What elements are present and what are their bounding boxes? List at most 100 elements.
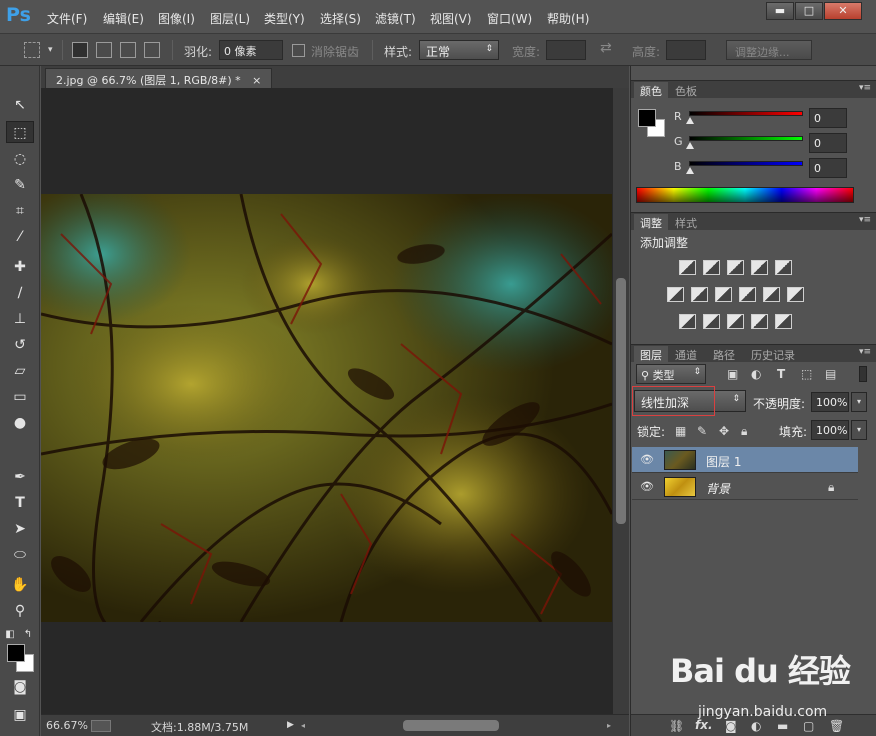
filter-smart-object-icon[interactable]: ▤ bbox=[825, 367, 836, 381]
tab-styles[interactable]: 样式 bbox=[669, 214, 703, 231]
posterize-icon[interactable] bbox=[703, 314, 720, 329]
menu-image[interactable]: 图像(I) bbox=[158, 10, 195, 27]
tab-color[interactable]: 颜色 bbox=[634, 82, 668, 99]
minimize-button[interactable]: ▬ bbox=[766, 2, 794, 20]
tab-adjustments[interactable]: 调整 bbox=[634, 214, 668, 231]
green-slider[interactable] bbox=[689, 136, 803, 141]
opacity-dropdown-icon[interactable]: ▾ bbox=[851, 392, 867, 412]
filter-type-icon[interactable]: T bbox=[777, 367, 785, 381]
invert-icon[interactable] bbox=[679, 314, 696, 329]
color-spectrum-bar[interactable] bbox=[636, 187, 854, 203]
filter-shape-icon[interactable]: ⬚ bbox=[801, 367, 812, 381]
filter-pixel-icon[interactable]: ▣ bbox=[727, 367, 738, 381]
vertical-scrollbar[interactable] bbox=[613, 88, 629, 714]
lock-all-icon[interactable]: 🔒︎ bbox=[741, 424, 747, 439]
document-tab[interactable]: 2.jpg @ 66.7% (图层 1, RGB/8#) * × bbox=[45, 68, 273, 88]
scroll-left-arrow-icon[interactable]: ◂ bbox=[301, 721, 305, 730]
lock-image-icon[interactable]: ✎ bbox=[697, 424, 707, 438]
tab-layers[interactable]: 图层 bbox=[634, 346, 668, 363]
tab-swatches[interactable]: 色板 bbox=[669, 82, 703, 99]
eyedropper-tool-icon[interactable]: ⁄ bbox=[6, 226, 34, 248]
horizontal-scroll-thumb[interactable] bbox=[403, 720, 499, 731]
menu-type[interactable]: 类型(Y) bbox=[264, 10, 305, 27]
red-value-field[interactable]: 0 bbox=[809, 108, 847, 128]
move-tool-icon[interactable]: ↖ bbox=[6, 94, 34, 116]
swap-icon[interactable]: ⇄ bbox=[600, 40, 612, 56]
panel-menu-icon[interactable]: ▾≡ bbox=[859, 83, 871, 93]
layer-row-background[interactable]: 👁︎ 背景 🔒︎ bbox=[632, 474, 858, 500]
fill-field[interactable]: 100% bbox=[811, 420, 849, 440]
crop-tool-icon[interactable]: ⌗ bbox=[6, 200, 34, 222]
hand-tool-icon[interactable]: ✋ bbox=[6, 574, 34, 596]
clone-stamp-tool-icon[interactable]: ⊥ bbox=[6, 308, 34, 330]
add-selection-icon[interactable] bbox=[96, 42, 112, 58]
layer-row-layer1[interactable]: 👁︎ 图层 1 bbox=[632, 447, 858, 473]
quick-mask-icon[interactable]: ◙ bbox=[6, 676, 34, 698]
brush-tool-icon[interactable]: ∕ bbox=[6, 282, 34, 304]
menu-window[interactable]: 窗口(W) bbox=[487, 10, 532, 27]
eraser-tool-icon[interactable]: ▱ bbox=[6, 360, 34, 382]
status-preview-icon[interactable] bbox=[91, 720, 111, 732]
vertical-scroll-thumb[interactable] bbox=[616, 278, 626, 524]
selective-color-icon[interactable] bbox=[751, 314, 768, 329]
refine-edge-button[interactable]: 调整边缘... bbox=[726, 40, 812, 60]
feather-input[interactable]: 0 像素 bbox=[219, 40, 283, 60]
dodge-tool-icon[interactable]: ● bbox=[6, 412, 34, 434]
panel-menu-icon[interactable]: ▾≡ bbox=[859, 215, 871, 225]
scroll-right-arrow-icon[interactable]: ▸ bbox=[607, 721, 611, 730]
red-slider[interactable] bbox=[689, 111, 803, 116]
blue-value-field[interactable]: 0 bbox=[809, 158, 847, 178]
menu-edit[interactable]: 编辑(E) bbox=[103, 10, 144, 27]
green-value-field[interactable]: 0 bbox=[809, 133, 847, 153]
red-slider-knob[interactable] bbox=[686, 117, 694, 124]
panel-menu-icon[interactable]: ▾≡ bbox=[859, 347, 871, 357]
subtract-selection-icon[interactable] bbox=[120, 42, 136, 58]
layer-filter-select[interactable]: ⚲ 类型 ⇕ bbox=[636, 364, 706, 384]
eye-icon[interactable]: 👁︎ bbox=[640, 453, 654, 466]
color-panel-foreground-swatch[interactable] bbox=[638, 109, 656, 127]
close-tab-icon[interactable]: × bbox=[252, 74, 261, 87]
menu-file[interactable]: 文件(F) bbox=[47, 10, 87, 27]
layer-name[interactable]: 图层 1 bbox=[706, 453, 741, 470]
eye-icon[interactable]: 👁︎ bbox=[640, 480, 654, 493]
antialias-checkbox[interactable] bbox=[292, 44, 305, 57]
curves-icon[interactable] bbox=[727, 260, 744, 275]
zoom-level[interactable]: 66.67% bbox=[46, 719, 88, 732]
brightness-icon[interactable] bbox=[679, 260, 696, 275]
path-select-tool-icon[interactable]: ➤ bbox=[6, 518, 34, 540]
chevron-down-icon[interactable]: ▾ bbox=[48, 45, 53, 55]
filter-toggle-switch[interactable] bbox=[859, 366, 867, 382]
menu-filter[interactable]: 滤镜(T) bbox=[375, 10, 416, 27]
tab-channels[interactable]: 通道 bbox=[669, 346, 703, 363]
color-lookup-icon[interactable] bbox=[787, 287, 804, 302]
hue-saturation-icon[interactable] bbox=[667, 287, 684, 302]
photo-filter-icon[interactable] bbox=[739, 287, 756, 302]
ellipse-tool-icon[interactable]: ⬭ bbox=[6, 544, 34, 566]
healing-brush-tool-icon[interactable]: ✚ bbox=[6, 256, 34, 278]
gradient-tool-icon[interactable]: ▭ bbox=[6, 386, 34, 408]
marquee-tool-icon[interactable]: ⬚ bbox=[6, 121, 34, 143]
tab-history[interactable]: 历史记录 bbox=[745, 346, 801, 363]
swap-colors-icon[interactable]: ↰ bbox=[20, 624, 36, 646]
intersect-selection-icon[interactable] bbox=[144, 42, 160, 58]
blue-slider[interactable] bbox=[689, 161, 803, 166]
blue-slider-knob[interactable] bbox=[686, 167, 694, 174]
lock-position-icon[interactable]: ✥ bbox=[719, 424, 729, 438]
green-slider-knob[interactable] bbox=[686, 142, 694, 149]
filter-adjustment-icon[interactable]: ◐ bbox=[751, 367, 761, 381]
status-menu-arrow-icon[interactable]: ▶ bbox=[287, 720, 294, 730]
screen-mode-icon[interactable]: ▣ bbox=[6, 704, 34, 726]
canvas-area[interactable] bbox=[41, 88, 613, 714]
fill-dropdown-icon[interactable]: ▾ bbox=[851, 420, 867, 440]
menu-view[interactable]: 视图(V) bbox=[430, 10, 472, 27]
vibrance-icon[interactable] bbox=[775, 260, 792, 275]
gradient-map-icon[interactable] bbox=[775, 314, 792, 329]
new-selection-icon[interactable] bbox=[72, 42, 88, 58]
menu-help[interactable]: 帮助(H) bbox=[547, 10, 589, 27]
style-select[interactable]: 正常 ⇕ bbox=[419, 40, 499, 60]
history-brush-tool-icon[interactable]: ↺ bbox=[6, 334, 34, 356]
maximize-button[interactable]: □ bbox=[795, 2, 823, 20]
default-colors-icon[interactable]: ◧ bbox=[2, 624, 18, 646]
close-button[interactable]: ✕ bbox=[824, 2, 862, 20]
type-tool-icon[interactable]: T bbox=[6, 492, 34, 514]
